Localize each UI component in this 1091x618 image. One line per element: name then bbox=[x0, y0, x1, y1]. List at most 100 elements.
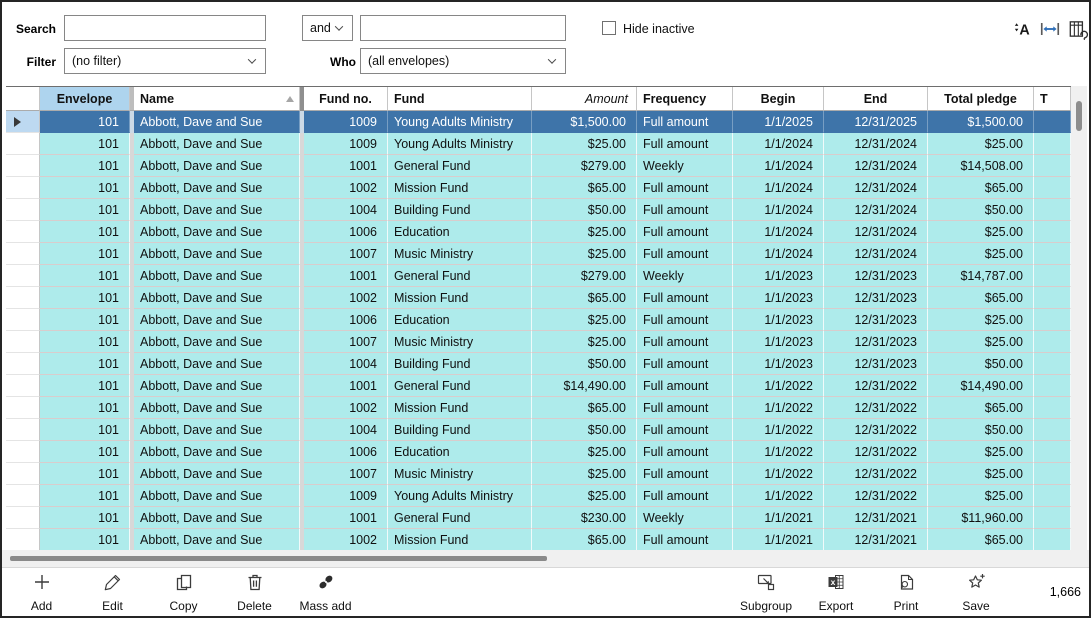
cell-total_pledge[interactable]: $25.00 bbox=[928, 463, 1034, 485]
cell-amount[interactable]: $1,500.00 bbox=[532, 111, 637, 133]
column-header-begin[interactable]: Begin bbox=[733, 87, 824, 111]
fit-column-width-icon[interactable] bbox=[1039, 18, 1061, 40]
cell-envelope[interactable]: 101 bbox=[40, 375, 130, 397]
vertical-scrollbar-thumb[interactable] bbox=[1076, 101, 1082, 131]
cell-begin[interactable]: 1/1/2023 bbox=[733, 265, 824, 287]
cell-envelope[interactable]: 101 bbox=[40, 463, 130, 485]
cell-begin[interactable]: 1/1/2021 bbox=[733, 507, 824, 529]
mass-add-button[interactable]: Mass add bbox=[290, 571, 361, 613]
row-selector[interactable] bbox=[6, 133, 40, 155]
column-header-name[interactable]: Name bbox=[134, 87, 300, 111]
cell-envelope[interactable]: 101 bbox=[40, 529, 130, 551]
cell-fund_no[interactable]: 1009 bbox=[304, 133, 388, 155]
add-button[interactable]: Add bbox=[6, 571, 77, 613]
subgroup-button[interactable]: Subgroup bbox=[731, 571, 801, 613]
who-select[interactable]: (all envelopes) bbox=[360, 48, 566, 74]
cell-total_pledge[interactable]: $25.00 bbox=[928, 221, 1034, 243]
cell-fund_no[interactable]: 1004 bbox=[304, 199, 388, 221]
cell-frequency[interactable]: Full amount bbox=[637, 331, 733, 353]
cell-fund_no[interactable]: 1001 bbox=[304, 507, 388, 529]
print-button[interactable]: Print bbox=[871, 571, 941, 613]
save-button[interactable]: Save bbox=[941, 571, 1011, 613]
cell-begin[interactable]: 1/1/2023 bbox=[733, 287, 824, 309]
cell-fund_no[interactable]: 1009 bbox=[304, 111, 388, 133]
cell-envelope[interactable]: 101 bbox=[40, 353, 130, 375]
cell-truncated[interactable] bbox=[1034, 221, 1071, 243]
cell-fund[interactable]: Mission Fund bbox=[388, 529, 532, 551]
cell-end[interactable]: 12/31/2023 bbox=[824, 309, 928, 331]
cell-fund_no[interactable]: 1002 bbox=[304, 397, 388, 419]
cell-end[interactable]: 12/31/2022 bbox=[824, 441, 928, 463]
cell-amount[interactable]: $25.00 bbox=[532, 221, 637, 243]
cell-total_pledge[interactable]: $25.00 bbox=[928, 309, 1034, 331]
cell-amount[interactable]: $65.00 bbox=[532, 177, 637, 199]
row-selector[interactable] bbox=[6, 375, 40, 397]
cell-frequency[interactable]: Full amount bbox=[637, 287, 733, 309]
cell-begin[interactable]: 1/1/2022 bbox=[733, 463, 824, 485]
cell-total_pledge[interactable]: $65.00 bbox=[928, 529, 1034, 551]
cell-begin[interactable]: 1/1/2022 bbox=[733, 419, 824, 441]
cell-name[interactable]: Abbott, Dave and Sue bbox=[134, 221, 300, 243]
row-selector[interactable] bbox=[6, 221, 40, 243]
cell-name[interactable]: Abbott, Dave and Sue bbox=[134, 287, 300, 309]
cell-end[interactable]: 12/31/2024 bbox=[824, 177, 928, 199]
cell-name[interactable]: Abbott, Dave and Sue bbox=[134, 441, 300, 463]
cell-fund[interactable]: Education bbox=[388, 221, 532, 243]
cell-fund_no[interactable]: 1004 bbox=[304, 419, 388, 441]
cell-truncated[interactable] bbox=[1034, 507, 1071, 529]
cell-envelope[interactable]: 101 bbox=[40, 485, 130, 507]
cell-end[interactable]: 12/31/2022 bbox=[824, 485, 928, 507]
cell-end[interactable]: 12/31/2022 bbox=[824, 463, 928, 485]
cell-total_pledge[interactable]: $25.00 bbox=[928, 331, 1034, 353]
row-selector[interactable] bbox=[6, 441, 40, 463]
column-header-frequency[interactable]: Frequency bbox=[637, 87, 733, 111]
cell-envelope[interactable]: 101 bbox=[40, 155, 130, 177]
cell-frequency[interactable]: Weekly bbox=[637, 507, 733, 529]
cell-begin[interactable]: 1/1/2024 bbox=[733, 155, 824, 177]
grid-columns-icon[interactable] bbox=[1067, 18, 1089, 41]
cell-total_pledge[interactable]: $14,508.00 bbox=[928, 155, 1034, 177]
cell-total_pledge[interactable]: $65.00 bbox=[928, 397, 1034, 419]
cell-end[interactable]: 12/31/2022 bbox=[824, 397, 928, 419]
cell-envelope[interactable]: 101 bbox=[40, 243, 130, 265]
cell-fund_no[interactable]: 1001 bbox=[304, 155, 388, 177]
cell-name[interactable]: Abbott, Dave and Sue bbox=[134, 133, 300, 155]
cell-begin[interactable]: 1/1/2022 bbox=[733, 485, 824, 507]
search-input-2[interactable] bbox=[360, 15, 566, 41]
cell-fund_no[interactable]: 1006 bbox=[304, 309, 388, 331]
cell-truncated[interactable] bbox=[1034, 287, 1071, 309]
row-selector[interactable] bbox=[6, 397, 40, 419]
cell-frequency[interactable]: Full amount bbox=[637, 353, 733, 375]
cell-envelope[interactable]: 101 bbox=[40, 287, 130, 309]
cell-begin[interactable]: 1/1/2022 bbox=[733, 397, 824, 419]
cell-amount[interactable]: $50.00 bbox=[532, 419, 637, 441]
cell-envelope[interactable]: 101 bbox=[40, 221, 130, 243]
cell-fund[interactable]: Mission Fund bbox=[388, 177, 532, 199]
cell-fund[interactable]: Music Ministry bbox=[388, 463, 532, 485]
cell-begin[interactable]: 1/1/2024 bbox=[733, 177, 824, 199]
cell-end[interactable]: 12/31/2022 bbox=[824, 375, 928, 397]
cell-fund_no[interactable]: 1009 bbox=[304, 485, 388, 507]
cell-end[interactable]: 12/31/2024 bbox=[824, 199, 928, 221]
cell-envelope[interactable]: 101 bbox=[40, 397, 130, 419]
text-size-icon[interactable]: A bbox=[1011, 18, 1033, 40]
cell-name[interactable]: Abbott, Dave and Sue bbox=[134, 155, 300, 177]
row-selector[interactable] bbox=[6, 529, 40, 551]
cell-truncated[interactable] bbox=[1034, 463, 1071, 485]
cell-total_pledge[interactable]: $65.00 bbox=[928, 177, 1034, 199]
cell-amount[interactable]: $230.00 bbox=[532, 507, 637, 529]
cell-fund[interactable]: Building Fund bbox=[388, 353, 532, 375]
column-header-amount[interactable]: Amount bbox=[532, 87, 637, 111]
cell-total_pledge[interactable]: $1,500.00 bbox=[928, 111, 1034, 133]
cell-frequency[interactable]: Full amount bbox=[637, 375, 733, 397]
cell-truncated[interactable] bbox=[1034, 441, 1071, 463]
cell-envelope[interactable]: 101 bbox=[40, 177, 130, 199]
column-header-total_pledge[interactable]: Total pledge bbox=[928, 87, 1034, 111]
cell-name[interactable]: Abbott, Dave and Sue bbox=[134, 353, 300, 375]
cell-fund[interactable]: General Fund bbox=[388, 375, 532, 397]
cell-begin[interactable]: 1/1/2024 bbox=[733, 199, 824, 221]
column-header-truncated[interactable]: T bbox=[1034, 87, 1071, 111]
cell-truncated[interactable] bbox=[1034, 331, 1071, 353]
cell-fund_no[interactable]: 1006 bbox=[304, 221, 388, 243]
horizontal-scrollbar-thumb[interactable] bbox=[10, 556, 547, 561]
